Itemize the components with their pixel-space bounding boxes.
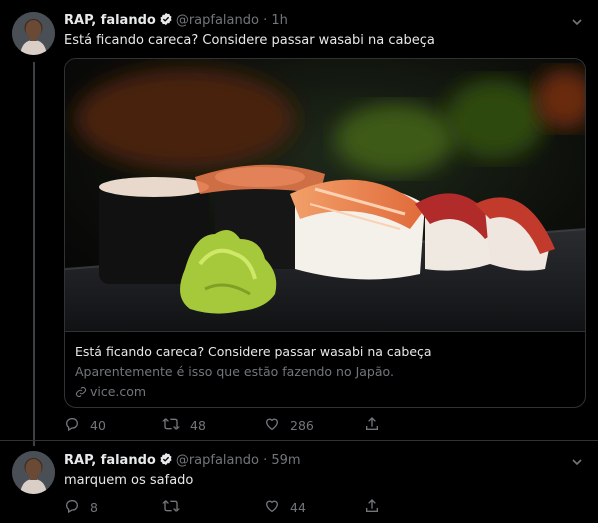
- tweet-1[interactable]: RAP, falando @rapfalando · 1h Está ficand…: [0, 0, 598, 446]
- tweet-text: Está ficando careca? Considere passar wa…: [64, 33, 435, 48]
- reply-button[interactable]: 8: [64, 498, 98, 517]
- share-icon: [364, 416, 390, 435]
- retweet-icon: [162, 498, 190, 517]
- like-count: 44: [290, 500, 306, 515]
- like-button[interactable]: 286: [264, 416, 314, 435]
- thread-line: [33, 62, 35, 446]
- share-button[interactable]: [364, 416, 390, 435]
- card-domain-text: vice.com: [90, 384, 147, 399]
- avatar[interactable]: [12, 12, 55, 55]
- reply-icon: [64, 498, 90, 517]
- separator: ·: [263, 13, 268, 28]
- handle[interactable]: @rapfalando: [176, 13, 259, 28]
- retweet-button[interactable]: [162, 498, 190, 517]
- reply-count: 8: [90, 500, 98, 515]
- display-name[interactable]: RAP, falando: [64, 13, 156, 28]
- retweet-button[interactable]: 48: [162, 416, 206, 435]
- avatar[interactable]: [12, 451, 55, 494]
- timestamp[interactable]: 59m: [271, 453, 300, 468]
- card-domain: vice.com: [75, 384, 146, 399]
- like-icon: [264, 498, 290, 517]
- card-image: [65, 59, 585, 331]
- like-icon: [264, 416, 290, 435]
- tweet-2[interactable]: RAP, falando @rapfalando · 59m marquem os…: [0, 440, 598, 523]
- card-title: Está ficando careca? Considere passar wa…: [75, 344, 432, 359]
- retweet-icon: [162, 416, 190, 435]
- chevron-down-icon[interactable]: [570, 454, 584, 468]
- share-icon: [364, 498, 390, 517]
- reply-icon: [64, 416, 90, 435]
- separator: ·: [263, 453, 268, 468]
- tweet-actions: 8 44: [64, 498, 394, 518]
- tweet-header: RAP, falando @rapfalando · 59m: [64, 452, 301, 470]
- tweet-header: RAP, falando @rapfalando · 1h: [64, 12, 288, 30]
- link-card[interactable]: Está ficando careca? Considere passar wa…: [64, 58, 586, 408]
- reply-button[interactable]: 40: [64, 416, 106, 435]
- like-count: 286: [290, 418, 314, 433]
- card-description: Aparentemente é isso que estão fazendo n…: [75, 364, 394, 379]
- verified-icon: [159, 452, 173, 470]
- card-meta: Está ficando careca? Considere passar wa…: [65, 331, 585, 407]
- chevron-down-icon[interactable]: [570, 14, 584, 28]
- timestamp[interactable]: 1h: [271, 13, 288, 28]
- link-icon: [75, 384, 90, 399]
- handle[interactable]: @rapfalando: [176, 453, 259, 468]
- tweet-actions: 40 48 286: [64, 416, 394, 436]
- like-button[interactable]: 44: [264, 498, 306, 517]
- reply-count: 40: [90, 418, 106, 433]
- share-button[interactable]: [364, 498, 390, 517]
- retweet-count: 48: [190, 418, 206, 433]
- verified-icon: [159, 12, 173, 30]
- display-name[interactable]: RAP, falando: [64, 453, 156, 468]
- tweet-text: marquem os safado: [64, 473, 194, 488]
